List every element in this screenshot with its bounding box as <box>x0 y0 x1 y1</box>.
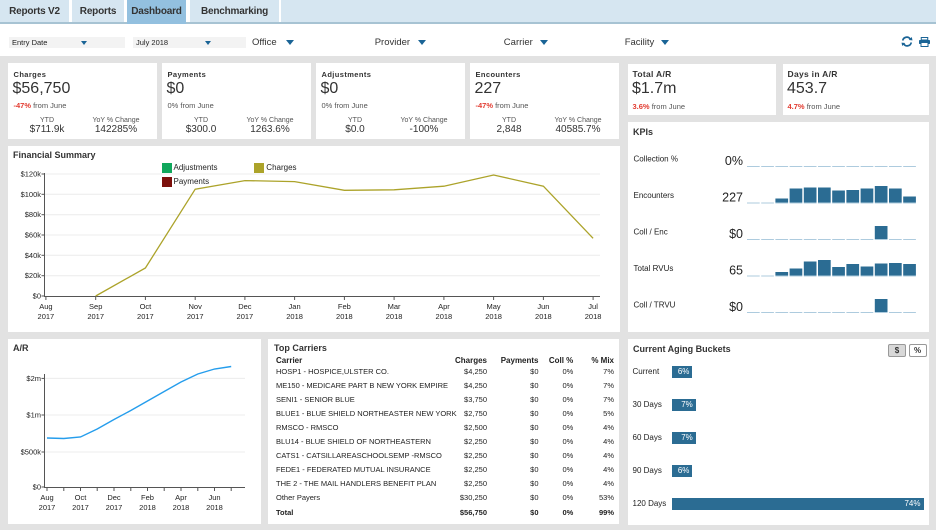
svg-text:Collection %: Collection % <box>634 155 678 164</box>
svg-text:Sep: Sep <box>89 302 102 311</box>
svg-text:Jul: Jul <box>588 302 598 311</box>
svg-text:2018: 2018 <box>206 503 223 512</box>
svg-text:2018: 2018 <box>139 503 156 512</box>
svg-text:$40k: $40k <box>25 251 42 260</box>
svg-text:Feb: Feb <box>141 493 154 502</box>
svg-text:Jun: Jun <box>208 493 220 502</box>
svg-text:2018: 2018 <box>436 312 453 321</box>
svg-text:$0: $0 <box>729 300 743 314</box>
svg-text:Encounters: Encounters <box>634 191 674 200</box>
svg-text:Apr: Apr <box>438 302 450 311</box>
svg-text:2018: 2018 <box>585 312 602 321</box>
svg-text:$0: $0 <box>33 483 41 492</box>
svg-text:$100k: $100k <box>21 190 42 199</box>
svg-text:0%: 0% <box>725 154 743 168</box>
svg-text:2017: 2017 <box>137 312 154 321</box>
svg-text:$20k: $20k <box>25 271 42 280</box>
svg-text:2017: 2017 <box>106 503 123 512</box>
svg-text:Jun: Jun <box>537 302 549 311</box>
svg-text:2017: 2017 <box>72 503 89 512</box>
svg-text:2017: 2017 <box>39 503 56 512</box>
svg-text:Aug: Aug <box>40 493 53 502</box>
svg-text:2017: 2017 <box>38 312 55 321</box>
svg-text:Coll / TRVU: Coll / TRVU <box>634 301 676 310</box>
svg-text:$120k: $120k <box>21 170 42 179</box>
svg-text:2018: 2018 <box>386 312 403 321</box>
svg-text:Mar: Mar <box>388 302 401 311</box>
svg-text:$60k: $60k <box>25 231 42 240</box>
svg-text:$500k: $500k <box>21 448 42 457</box>
svg-text:2017: 2017 <box>187 312 204 321</box>
svg-text:Nov: Nov <box>189 302 203 311</box>
svg-text:2018: 2018 <box>286 312 303 321</box>
svg-text:2018: 2018 <box>535 312 552 321</box>
svg-text:$0: $0 <box>33 292 41 301</box>
svg-text:2017: 2017 <box>87 312 104 321</box>
svg-text:Dec: Dec <box>107 493 121 502</box>
svg-text:Dec: Dec <box>238 302 252 311</box>
svg-text:227: 227 <box>722 191 743 205</box>
svg-text:Coll / Enc: Coll / Enc <box>634 228 668 237</box>
svg-text:Oct: Oct <box>75 493 88 502</box>
svg-text:2018: 2018 <box>336 312 353 321</box>
svg-text:May: May <box>487 302 501 311</box>
svg-text:$1m: $1m <box>26 411 41 420</box>
svg-text:Total RVUs: Total RVUs <box>634 264 674 273</box>
svg-text:2017: 2017 <box>237 312 254 321</box>
svg-text:$2m: $2m <box>26 374 41 383</box>
svg-text:2018: 2018 <box>485 312 502 321</box>
svg-text:Jan: Jan <box>289 302 301 311</box>
svg-text:Oct: Oct <box>140 302 153 311</box>
svg-text:Apr: Apr <box>175 493 187 502</box>
svg-text:$0: $0 <box>729 227 743 241</box>
svg-text:Feb: Feb <box>338 302 351 311</box>
svg-text:Aug: Aug <box>39 302 52 311</box>
svg-text:$80k: $80k <box>25 210 42 219</box>
svg-text:2018: 2018 <box>173 503 190 512</box>
svg-text:65: 65 <box>729 264 743 278</box>
